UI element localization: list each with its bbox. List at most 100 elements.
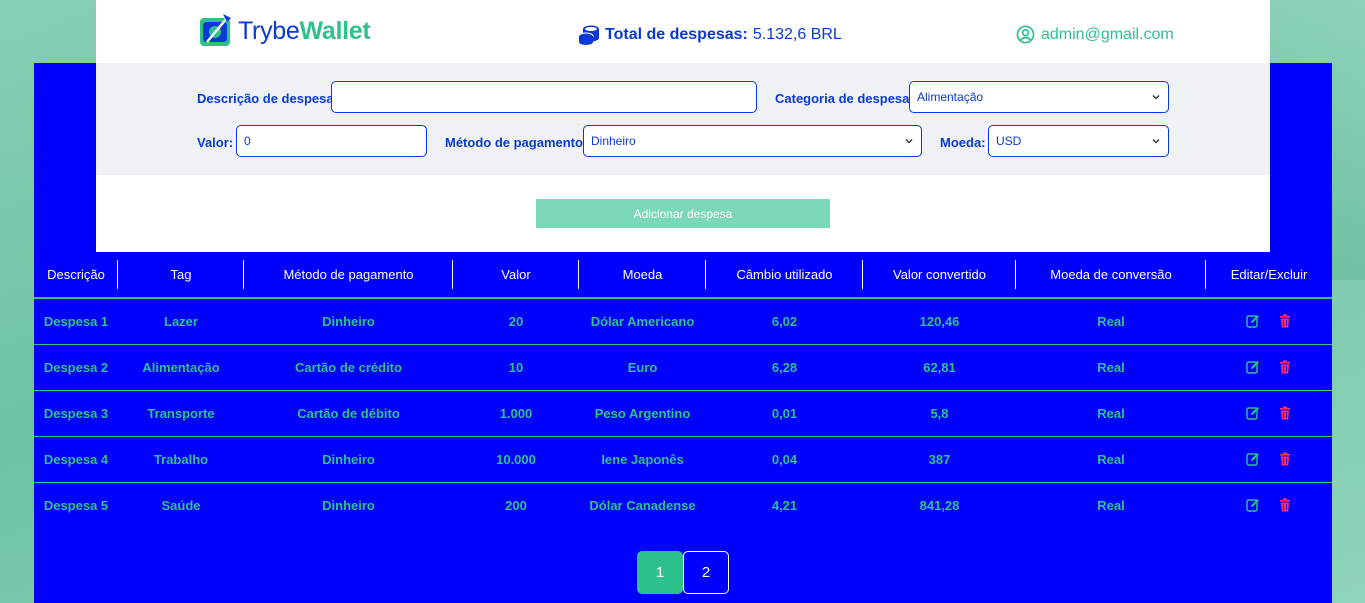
table-cell: Peso Argentino [579, 390, 706, 437]
table-cell: 387 [863, 436, 1016, 483]
table-row: Despesa 1 Lazer Dinheiro 20 Dólar Americano 6… [34, 298, 1332, 345]
coins-icon [578, 25, 599, 45]
table-cell: Lazer [118, 298, 244, 345]
table-cell: Saúde [161, 497, 201, 513]
trash-icon[interactable] [1278, 498, 1292, 512]
edit-icon[interactable] [1246, 498, 1260, 512]
trash-icon[interactable] [1278, 452, 1292, 466]
currency-label: Moeda: [940, 135, 986, 150]
column-header: Moeda de conversão [1016, 252, 1206, 299]
expense-form [96, 63, 1270, 175]
table-cell: 6,28 [706, 344, 863, 391]
table-cell: Despesa 5 [43, 497, 109, 513]
table-cell: 1.000 [453, 390, 579, 437]
table-cell: Iene Japonês [579, 436, 706, 483]
table-cell: Real [1097, 497, 1125, 513]
description-label: Descrição de despesas: [197, 91, 346, 106]
table-cell: 62,81 [863, 344, 1016, 391]
chevron-down-icon [905, 139, 913, 144]
table-header-row: Descrição Tag Método de pagamento Valor … [34, 252, 1332, 299]
table-cell: 120,46 [863, 298, 1016, 345]
total-label: Total de despesas: [605, 26, 748, 43]
row-actions [1206, 482, 1332, 528]
chevron-down-icon [1152, 139, 1160, 144]
table-cell: 10 [453, 344, 579, 391]
table-cell: Real [1016, 436, 1206, 483]
table-cell: 20 [453, 298, 579, 345]
column-header: Moeda [579, 252, 706, 299]
table-cell: Despesa 2 [34, 344, 118, 391]
trash-icon[interactable] [1278, 360, 1292, 374]
column-header: Valor convertido [863, 252, 1016, 299]
payment-method-label: Método de pagamento: [445, 135, 588, 150]
column-header: Descrição [34, 252, 118, 299]
currency-select[interactable]: USD [988, 125, 1169, 157]
table-cell: Dinheiro [244, 298, 453, 345]
column-header: Editar/Excluir [1206, 252, 1332, 299]
table-cell: 4,21 [771, 497, 798, 513]
wallet-logo-icon [200, 14, 231, 46]
table-cell: Real [1016, 344, 1206, 391]
table-cell: 5,8 [863, 390, 1016, 437]
table-cell: Trabalho [118, 436, 244, 483]
table-cell: Real [1016, 298, 1206, 345]
table-cell: Euro [579, 344, 706, 391]
column-header: Câmbio utilizado [706, 252, 863, 299]
description-input[interactable] [331, 81, 757, 113]
table-cell: Dinheiro [322, 497, 375, 513]
payment-method-select[interactable]: Dinheiro [583, 125, 922, 157]
column-header: Tag [118, 252, 244, 299]
brand-name: TrybeWallet [238, 16, 371, 45]
table-cell: Dólar Canadense [589, 497, 696, 513]
edit-icon[interactable] [1246, 360, 1260, 374]
column-header: Valor [453, 252, 579, 299]
user-circle-icon [1016, 25, 1035, 44]
table-cell: 200 [505, 497, 527, 513]
table-cell: Dólar Americano [579, 298, 706, 345]
table-cell: Cartão de débito [244, 390, 453, 437]
table-cell: 0,01 [706, 390, 863, 437]
trash-icon[interactable] [1278, 314, 1292, 328]
edit-icon[interactable] [1246, 314, 1260, 328]
table-cell: 841,28 [919, 497, 960, 513]
table-cell: 10.000 [453, 436, 579, 483]
page-button-1[interactable]: 1 [637, 551, 683, 594]
table-cell: Dinheiro [244, 436, 453, 483]
table-row: Despesa 3 Transporte Cartão de débito 1.000… [34, 390, 1332, 437]
table-row: Despesa 4 Trabalho Dinheiro 10.000 Iene Japo… [34, 436, 1332, 483]
user-info: admin@gmail.com [1016, 25, 1174, 44]
table-row: Despesa 5 Saúde Dinheiro 200 Dólar Canadense… [34, 482, 1332, 528]
table-cell: 0,04 [706, 436, 863, 483]
table-cell: Real [1016, 390, 1206, 437]
table-cell: Despesa 4 [34, 436, 118, 483]
total-value: 5.132,6 BRL [752, 26, 842, 43]
column-header: Método de pagamento [244, 252, 453, 299]
row-actions [1206, 390, 1332, 437]
user-email: admin@gmail.com [1041, 25, 1174, 43]
edit-icon[interactable] [1246, 406, 1260, 420]
edit-icon[interactable] [1246, 452, 1260, 466]
row-actions [1206, 298, 1332, 345]
add-expense-button[interactable]: Adicionar despesa [536, 199, 830, 228]
category-label: Categoria de despesas: [775, 91, 921, 106]
value-input[interactable]: 0 [236, 125, 427, 157]
chevron-down-icon [1152, 95, 1160, 100]
total-expenses: Total de despesas: 5.132,6 BRL [578, 24, 842, 46]
pagination: 1 2 [637, 551, 729, 594]
row-actions [1206, 344, 1332, 391]
table-cell: Transporte [118, 390, 244, 437]
trash-icon[interactable] [1278, 406, 1292, 420]
category-select[interactable]: Alimentação [909, 81, 1169, 113]
table-cell: Alimentação [118, 344, 244, 391]
table-cell: Despesa 1 [34, 298, 118, 345]
expenses-table: Descrição Tag Método de pagamento Valor … [34, 252, 1332, 528]
table-cell: Cartão de crédito [244, 344, 453, 391]
table-row: Despesa 2 Alimentação Cartão de crédito 10 E… [34, 344, 1332, 391]
value-label: Valor: [197, 135, 234, 150]
app-header: TrybeWallet Total de despesas: 5.132,6 B… [96, 0, 1270, 63]
table-cell: 6,02 [706, 298, 863, 345]
table-cell: Despesa 3 [34, 390, 118, 437]
trybe-wallet-logo: TrybeWallet [197, 12, 371, 50]
page-button-2[interactable]: 2 [683, 551, 729, 594]
row-actions [1206, 436, 1332, 483]
